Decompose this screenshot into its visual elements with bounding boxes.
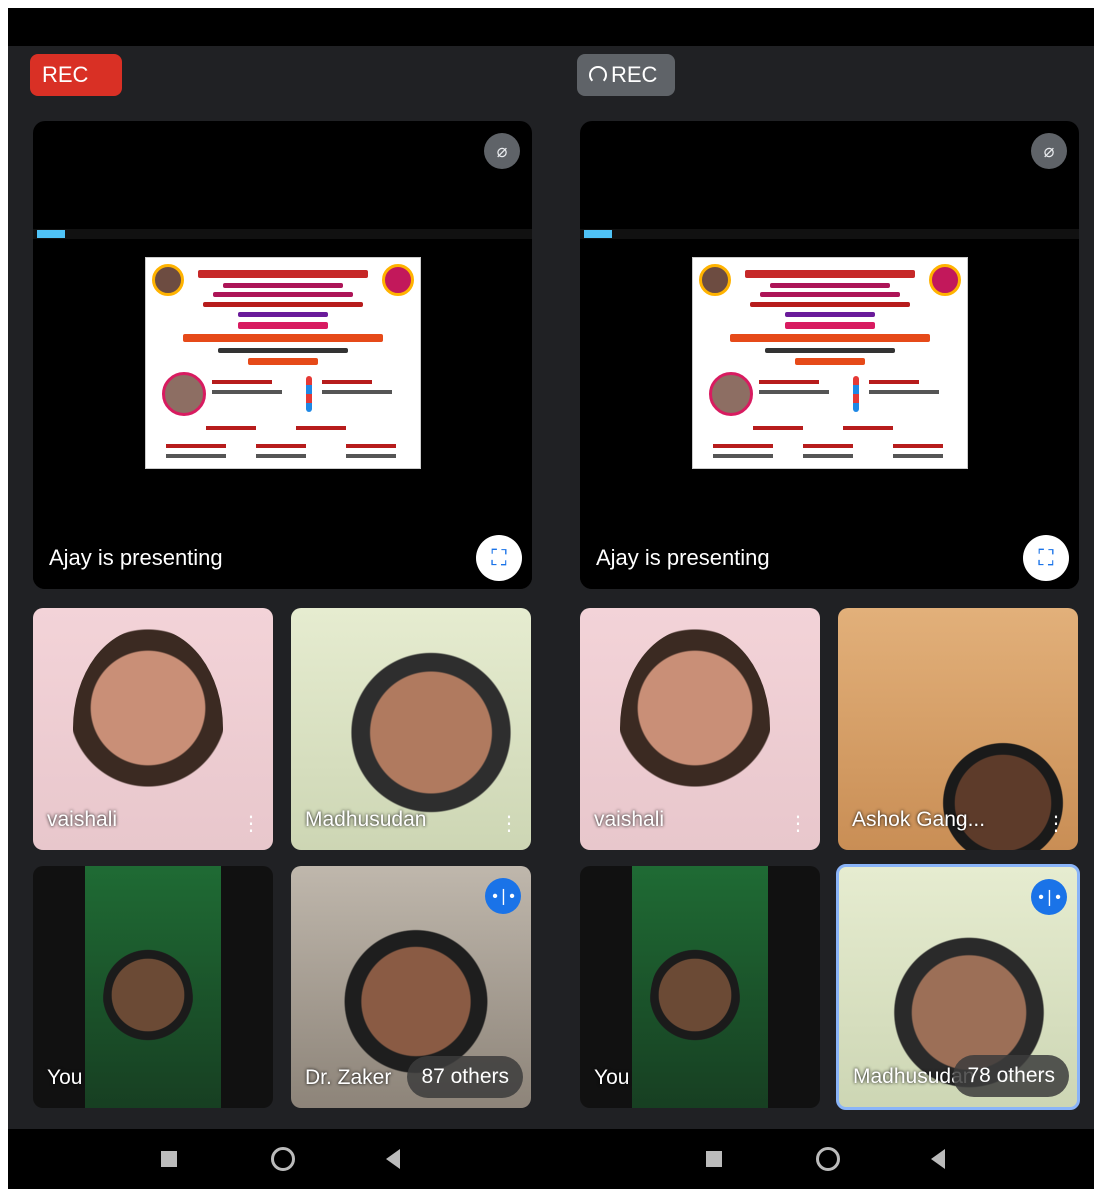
participant-name: You <box>47 1066 83 1089</box>
home-circle-icon[interactable] <box>816 1147 840 1171</box>
mic-off-icon: ⌀ <box>1031 133 1067 169</box>
participant-name: Dr. Zaker <box>305 1066 392 1089</box>
participant-name: Ashok Gang... <box>852 808 986 831</box>
shared-poster-image <box>692 257 968 469</box>
presentation-tile[interactable]: ⌀ Ajay is presenting ⛶ <box>580 121 1079 589</box>
home-circle-icon[interactable] <box>271 1147 295 1171</box>
participant-name: You <box>594 1066 630 1089</box>
mic-off-icon: ⌀ <box>484 133 520 169</box>
presenting-bar: Ajay is presenting ⛶ <box>33 491 532 589</box>
participant-name: vaishali <box>594 808 665 831</box>
recording-label: REC <box>611 62 658 87</box>
slide-toolbar <box>33 229 532 239</box>
participant-video <box>73 628 223 828</box>
participant-video <box>103 941 193 1061</box>
android-nav-bar <box>8 1129 555 1189</box>
shared-screen <box>33 221 532 491</box>
shared-poster-image <box>145 257 421 469</box>
participant-tile-madhusudan[interactable]: Madhusudan ⋮ <box>291 608 531 850</box>
android-nav-bar <box>555 1129 1094 1189</box>
others-count-badge[interactable]: 87 others <box>407 1056 523 1098</box>
loading-spinner-icon <box>589 66 607 84</box>
back-triangle-icon[interactable] <box>931 1149 945 1169</box>
participant-tile-you[interactable]: You <box>580 866 820 1108</box>
audio-level-icon: •❘• <box>1031 879 1067 915</box>
fullscreen-icon[interactable]: ⛶ <box>1023 535 1069 581</box>
more-vert-icon[interactable]: ⋮ <box>499 814 519 834</box>
presenting-bar: Ajay is presenting ⛶ <box>580 491 1079 589</box>
status-bar <box>555 8 1094 46</box>
participant-tile-madhusudan[interactable]: •❘• Madhusudan 78 others <box>836 864 1080 1110</box>
participant-name: Madhusudan <box>305 808 427 831</box>
status-bar <box>8 8 555 46</box>
recording-label: REC <box>42 62 89 87</box>
participant-video <box>620 628 770 828</box>
participant-tile-vaishali[interactable]: vaishali ⋮ <box>580 608 820 850</box>
participant-tile-ashok[interactable]: Ashok Gang... ⋮ <box>838 608 1078 850</box>
recording-badge[interactable]: REC <box>577 54 675 96</box>
more-vert-icon[interactable]: ⋮ <box>1046 814 1066 834</box>
slide-toolbar <box>580 229 1079 239</box>
others-count-badge[interactable]: 78 others <box>953 1055 1069 1097</box>
recents-square-icon[interactable] <box>706 1151 722 1167</box>
presenting-label: Ajay is presenting <box>596 545 770 570</box>
participant-name: vaishali <box>47 808 118 831</box>
left-screenshot: REC ⌀ Ajay is presenting ⛶ vaishali ⋮ Ma… <box>8 8 555 1189</box>
audio-level-icon: •❘• <box>485 878 521 914</box>
presentation-tile[interactable]: ⌀ Ajay is presenting ⛶ <box>33 121 532 589</box>
recents-square-icon[interactable] <box>161 1151 177 1167</box>
shared-screen <box>580 221 1079 491</box>
recording-badge[interactable]: REC <box>30 54 122 96</box>
more-vert-icon[interactable]: ⋮ <box>241 814 261 834</box>
more-vert-icon[interactable]: ⋮ <box>788 814 808 834</box>
back-triangle-icon[interactable] <box>386 1149 400 1169</box>
right-screenshot: REC ⌀ Ajay is presenting ⛶ vaishali ⋮ As… <box>555 8 1094 1189</box>
participant-tile-you[interactable]: You <box>33 866 273 1108</box>
presenting-label: Ajay is presenting <box>49 545 223 570</box>
participant-video <box>650 941 740 1061</box>
participant-tile-dr-zaker[interactable]: •❘• Dr. Zaker 87 others <box>291 866 531 1108</box>
fullscreen-icon[interactable]: ⛶ <box>476 535 522 581</box>
participant-tile-vaishali[interactable]: vaishali ⋮ <box>33 608 273 850</box>
